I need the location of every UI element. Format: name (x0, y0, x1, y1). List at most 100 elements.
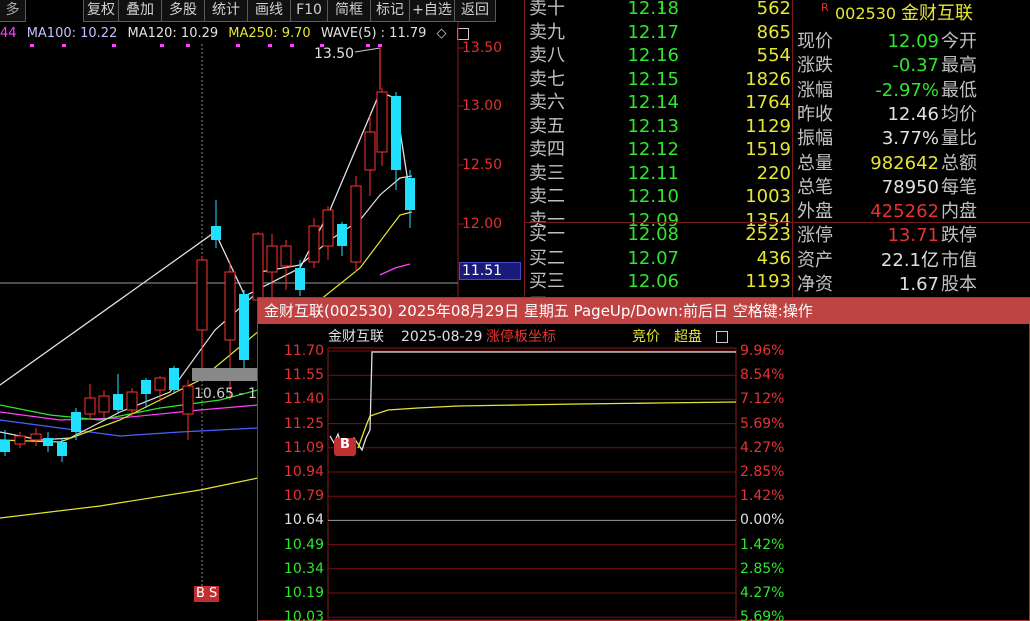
quote-row: 涨跌 -0.37 最高 (793, 54, 1030, 78)
candle-body (350, 185, 362, 263)
quote-label: 总量 (797, 152, 833, 174)
quote-right-label: 每笔 (941, 176, 977, 198)
sell-level-row[interactable]: 卖二 12.10 1003 (525, 185, 793, 209)
candle-body (0, 440, 10, 452)
level-name: 卖二 (529, 186, 565, 207)
quote-value: 12.09 (887, 31, 939, 52)
left-price-tick: 10.94 (283, 464, 324, 480)
left-price-tick: 11.55 (283, 367, 324, 384)
quote-separator (793, 222, 1030, 223)
level-volume: 1826 (745, 68, 791, 90)
buy-marker-text[interactable]: B (340, 437, 350, 452)
signal-dot (30, 44, 34, 47)
right-pct-tick: 5.69% (740, 415, 785, 432)
candle-body (126, 391, 138, 411)
sell-level-row[interactable]: 卖五 12.13 1129 (525, 115, 793, 139)
quote-row: 净资 1.67 股本 (793, 273, 1030, 297)
level-volume: 1129 (745, 115, 791, 137)
left-price-tick: 11.70 (283, 343, 324, 359)
sell-level-row[interactable]: 卖六 12.14 1764 (525, 91, 793, 115)
y-tick-label: 12.50 (462, 157, 503, 173)
buy-level-row[interactable]: 买一 12.08 2523 (525, 223, 793, 247)
candle-body (322, 209, 334, 247)
level-volume: 554 (756, 45, 791, 66)
quote-label: 总笔 (797, 176, 833, 198)
low-highlight-bar (192, 368, 258, 381)
candle-body (113, 394, 123, 410)
sell-level-row[interactable]: 卖七 12.15 1826 (525, 68, 793, 92)
quote-value: 78950 (881, 176, 939, 198)
right-pct-tick: 7.12% (740, 391, 785, 408)
level-price: 12.10 (627, 186, 679, 207)
left-price-tick: 10.03 (283, 609, 324, 621)
quote-label: 涨跌 (797, 55, 833, 77)
low-price-label: 10.65 - 1 (194, 386, 257, 402)
sell-level-row[interactable]: 卖三 12.11 220 (525, 162, 793, 186)
r-badge: R (821, 1, 829, 14)
right-pct-tick: 0.00% (740, 512, 785, 529)
quote-row: 外盘 425262 内盘 (793, 200, 1030, 224)
sell-level-row[interactable]: 卖九 12.17 865 (525, 21, 793, 45)
y-tick-label: 12.00 (462, 216, 503, 232)
candle-body (252, 233, 264, 301)
candle-body (239, 294, 249, 360)
intraday-plot (327, 347, 737, 621)
left-price-tick: 11.40 (283, 391, 324, 408)
left-price-tick: 10.64 (283, 512, 324, 529)
candle-body (308, 225, 320, 263)
signal-dot (236, 44, 240, 47)
sell-level-row[interactable]: 卖八 12.16 554 (525, 44, 793, 68)
sell-level-row[interactable]: 卖四 12.12 1519 (525, 138, 793, 162)
signal-dot (112, 44, 116, 47)
quote-value: 3.77% (881, 128, 939, 150)
stock-name: 金财互联 (901, 3, 973, 24)
level-name: 买一 (529, 224, 565, 245)
buy-level-row[interactable]: 买三 12.06 1193 (525, 270, 793, 294)
intraday-popup-window[interactable]: 金财互联(002530) 2025年08月29日 星期五 PageUp/Down… (257, 297, 1030, 621)
intraday-frame (327, 347, 737, 621)
bs-signal-marker[interactable]: B S (194, 586, 220, 602)
quote-right-label: 总额 (941, 152, 977, 174)
right-pct-tick: 2.85% (740, 560, 785, 577)
signal-dot (378, 44, 382, 47)
right-pct-tick: 8.54% (740, 367, 785, 384)
quote-row: 总笔 78950 每笔 (793, 176, 1030, 200)
quote-right-label: 最高 (941, 55, 977, 77)
level-volume: 562 (756, 0, 791, 19)
level-volume: 1519 (745, 139, 791, 160)
quote-row: 总量 982642 总额 (793, 152, 1030, 176)
level-price: 12.08 (627, 224, 679, 245)
level-volume: 220 (756, 162, 791, 184)
level-volume: 865 (756, 21, 791, 43)
quote-right-label: 市值 (941, 249, 977, 271)
buy-level-row[interactable]: 买二 12.07 436 (525, 247, 793, 271)
candle-body (280, 245, 292, 267)
level-price: 12.07 (627, 247, 679, 269)
level-name: 卖八 (529, 45, 565, 66)
level-price: 12.17 (627, 21, 679, 43)
level-volume: 1764 (745, 92, 791, 113)
level-price: 12.06 (627, 271, 679, 292)
level-price: 12.16 (627, 45, 679, 66)
level-name: 卖五 (529, 115, 565, 137)
candle-body (14, 435, 26, 445)
quote-right-label: 均价 (941, 103, 977, 125)
candle-body (337, 224, 347, 246)
level-name: 卖十 (529, 0, 565, 19)
quote-label: 现价 (797, 31, 833, 52)
signal-dot (366, 44, 370, 47)
level-price: 12.13 (627, 115, 679, 137)
right-pct-tick: 9.96% (740, 343, 785, 359)
signal-dot (160, 44, 164, 47)
left-price-tick: 11.09 (283, 439, 324, 456)
quote-label: 涨幅 (797, 79, 833, 101)
candle-body (405, 178, 415, 210)
candle-body (364, 131, 376, 171)
quote-right-label: 股本 (941, 274, 977, 295)
candle-body (84, 397, 96, 415)
signal-dot (290, 44, 294, 47)
level-name: 卖七 (529, 68, 565, 90)
quote-value: 22.1亿 (880, 249, 939, 271)
quote-value: 425262 (870, 201, 939, 223)
quote-row: 昨收 12.46 均价 (793, 103, 1030, 127)
